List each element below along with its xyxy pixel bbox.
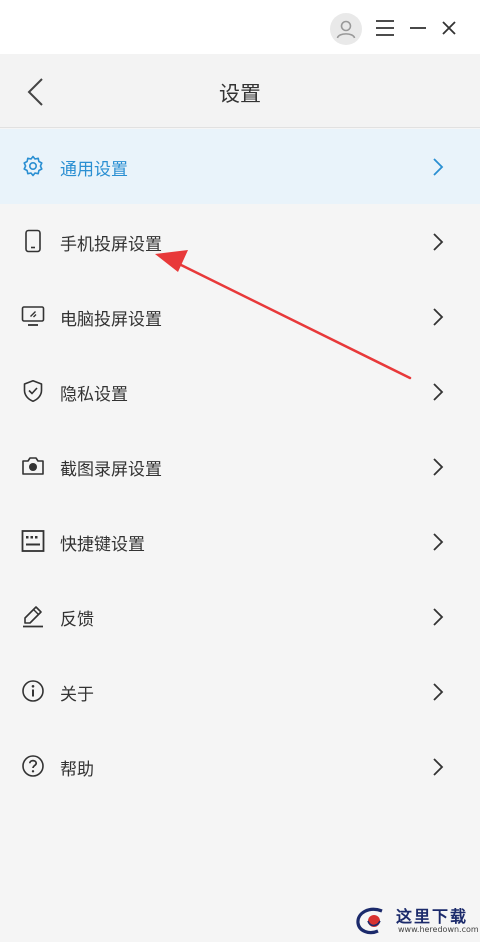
monitor-icon: [21, 304, 45, 328]
menu-item-label: 帮助: [60, 760, 94, 780]
chevron-right-icon: [433, 233, 444, 251]
title-bar: [0, 0, 480, 54]
minimize-icon: [410, 27, 426, 29]
menu-item-about[interactable]: 关于: [0, 654, 480, 729]
menu-item-help[interactable]: 帮助: [0, 729, 480, 804]
phone-icon: [21, 229, 45, 253]
watermark: 这里下载 www.heredown.com: [348, 900, 479, 940]
menu-item-phone-cast-settings[interactable]: 手机投屏设置: [0, 204, 480, 279]
watermark-url: www.heredown.com: [398, 925, 479, 934]
help-icon: [21, 754, 45, 778]
chevron-right-icon: [433, 158, 444, 176]
gear-icon: [21, 154, 45, 178]
menu-item-screenshot-record-settings[interactable]: 截图录屏设置: [0, 429, 480, 504]
chevron-right-icon: [433, 608, 444, 626]
page-header: 设置: [0, 54, 480, 128]
menu-item-label: 反馈: [60, 610, 94, 630]
menu-item-shortcut-settings[interactable]: 快捷键设置: [0, 504, 480, 579]
watermark-logo: [356, 907, 383, 935]
close-button[interactable]: [435, 14, 463, 42]
menu-item-general-settings[interactable]: 通用设置: [0, 129, 480, 204]
menu-item-label: 隐私设置: [60, 385, 128, 405]
menu-item-label: 快捷键设置: [60, 535, 145, 555]
pen-icon: [21, 604, 45, 628]
menu-item-label: 截图录屏设置: [60, 460, 162, 480]
page-title: 设置: [219, 82, 261, 106]
chevron-right-icon: [433, 533, 444, 551]
menu-item-privacy-settings[interactable]: 隐私设置: [0, 354, 480, 429]
chevron-right-icon: [433, 308, 444, 326]
minimize-button[interactable]: [404, 14, 432, 42]
chevron-right-icon: [433, 683, 444, 701]
watermark-text: 这里下载: [396, 907, 469, 926]
hamburger-icon: [376, 20, 394, 36]
chevron-right-icon: [433, 758, 444, 776]
menu-item-feedback[interactable]: 反馈: [0, 579, 480, 654]
menu-item-pc-cast-settings[interactable]: 电脑投屏设置: [0, 279, 480, 354]
camera-icon: [21, 454, 45, 478]
menu-item-label: 关于: [60, 685, 94, 705]
close-icon: [442, 21, 456, 35]
menu-item-label: 电脑投屏设置: [60, 310, 162, 330]
menu-button[interactable]: [371, 14, 399, 42]
user-icon: [336, 20, 356, 39]
keyboard-icon: [21, 529, 45, 553]
shield-icon: [21, 379, 45, 403]
chevron-right-icon: [433, 458, 444, 476]
info-icon: [21, 679, 45, 703]
chevron-right-icon: [433, 383, 444, 401]
menu-item-label: 通用设置: [60, 160, 128, 180]
menu-item-label: 手机投屏设置: [60, 235, 162, 255]
avatar-button[interactable]: [330, 13, 362, 45]
settings-menu: 通用设置 手机投屏设置 电脑投屏设置 隐私设置 截图录屏设置 快捷键设置 反馈 …: [0, 129, 480, 804]
